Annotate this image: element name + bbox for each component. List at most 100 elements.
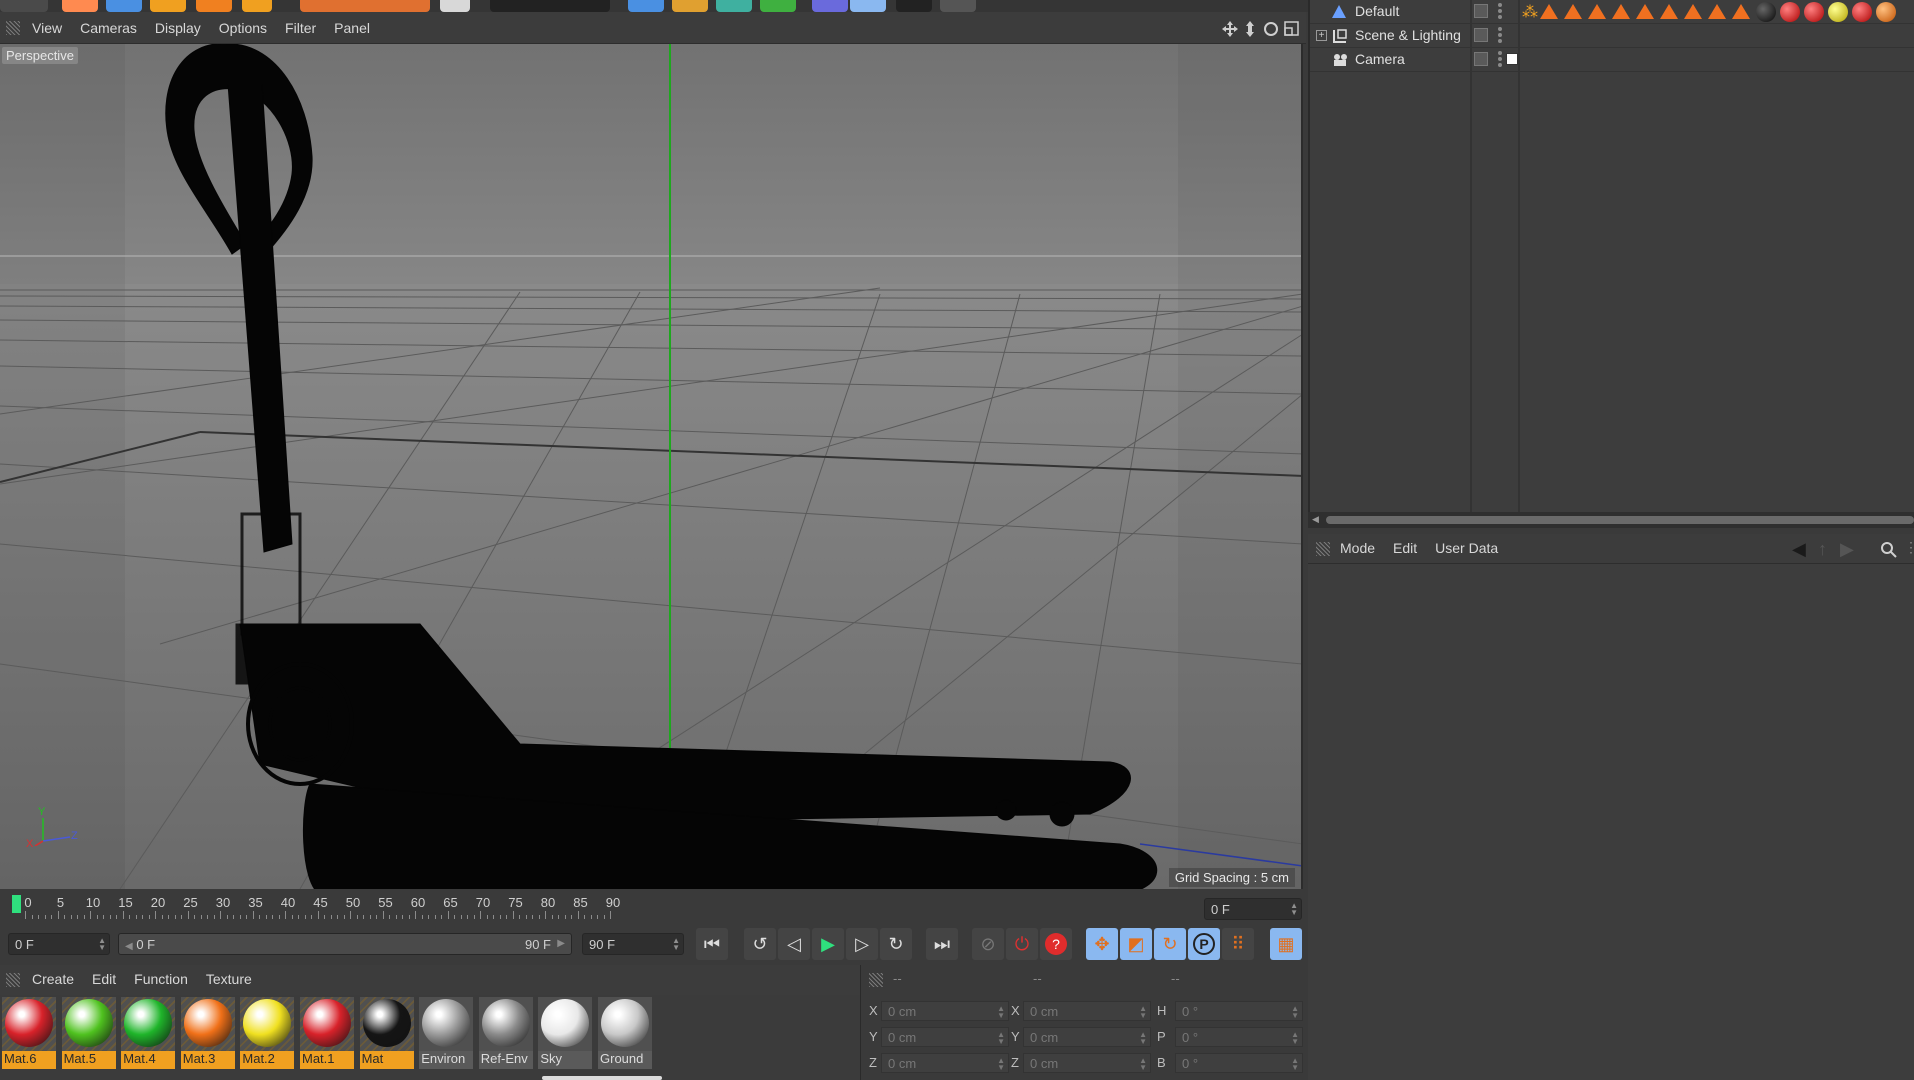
tag-triangle-icon[interactable] [1660, 4, 1678, 19]
record-scale-icon[interactable]: ◩ [1120, 928, 1152, 960]
previous-frame-icon[interactable]: ◁ [778, 928, 810, 960]
spinner-icon[interactable]: ▲ ▼ [98, 937, 106, 952]
spinner-icon[interactable]: ▲ ▼ [1290, 902, 1298, 917]
live-selection-icon[interactable] [106, 0, 142, 12]
world-coordinates-icon[interactable] [440, 0, 470, 12]
next-key-icon[interactable]: ↻ [880, 928, 912, 960]
record-keys-icon[interactable]: ⊘ [972, 928, 1004, 960]
visibility-toggle-icon[interactable] [1474, 4, 1488, 18]
object-row-camera[interactable]: Camera [1310, 48, 1914, 72]
material-tag-icon[interactable] [1780, 2, 1800, 22]
viewport-camera-label[interactable]: Perspective [2, 47, 78, 64]
cube-icon[interactable] [628, 0, 664, 12]
spinner-icon[interactable]: ▲ ▼ [1291, 1005, 1299, 1020]
render-dots-icon[interactable] [1498, 27, 1502, 43]
material-swatch[interactable]: Mat.2 [240, 997, 295, 1069]
panel-grip-icon[interactable] [6, 21, 20, 35]
up-arrow-icon[interactable]: ↑ [1818, 539, 1827, 560]
object-row-scene-lighting[interactable]: + Scene & Lighting [1310, 24, 1914, 48]
scrollbar-thumb[interactable] [1326, 516, 1914, 524]
timeline-window-icon[interactable]: ▦ [1270, 928, 1302, 960]
material-swatch[interactable]: Mat.6 [2, 997, 56, 1069]
tag-triangle-icon[interactable] [1636, 4, 1654, 19]
frame-range-slider[interactable]: ◀ 0 F 90 F ▶ [118, 933, 572, 955]
toolbar-button[interactable] [0, 0, 48, 12]
coord-value-field[interactable]: 0 cm ▲ ▼ [1023, 1053, 1151, 1073]
material-swatch[interactable]: Mat [359, 997, 414, 1069]
coord-value-field[interactable]: 0 ° ▲ ▼ [1175, 1001, 1303, 1021]
tag-triangle-icon[interactable] [1540, 4, 1558, 19]
menu-edit[interactable]: Edit [92, 971, 116, 987]
move-icon[interactable] [150, 0, 186, 12]
go-to-end-icon[interactable]: ⏭ [926, 928, 958, 960]
coord-value-field[interactable]: 0 ° ▲ ▼ [1175, 1053, 1303, 1073]
object-row-default[interactable]: Default ⁂ [1310, 0, 1914, 24]
scroll-left-icon[interactable]: ◀ [1312, 514, 1319, 525]
light-toolbar-icon[interactable] [940, 0, 976, 12]
spline-icon[interactable] [672, 0, 708, 12]
material-swatch[interactable]: Mat.3 [180, 997, 235, 1069]
floor-icon[interactable] [850, 0, 886, 12]
spinner-icon[interactable]: ▲ ▼ [997, 1005, 1005, 1020]
tag-triangle-icon[interactable] [1564, 4, 1582, 19]
coord-value-field[interactable]: 0 cm ▲ ▼ [881, 1027, 1009, 1047]
camera-toolbar-icon[interactable] [896, 0, 932, 12]
autokey-icon[interactable]: ⏻ [1006, 928, 1038, 960]
coord-value-field[interactable]: 0 cm ▲ ▼ [1023, 1001, 1151, 1021]
visibility-toggle-icon[interactable] [1474, 52, 1488, 66]
material-swatch[interactable]: Mat.4 [121, 997, 176, 1069]
menu-create[interactable]: Create [32, 971, 74, 987]
coord-value-field[interactable]: 0 ° ▲ ▼ [1175, 1027, 1303, 1047]
materials-scrollbar[interactable] [542, 1076, 662, 1080]
render-dots-icon[interactable] [1498, 3, 1502, 19]
protection-tag-icon[interactable] [1506, 53, 1518, 65]
record-point-level-icon[interactable]: ⠿ [1222, 928, 1254, 960]
menu-cameras[interactable]: Cameras [80, 20, 137, 36]
tag-triangle-icon[interactable] [1612, 4, 1630, 19]
scale-icon[interactable] [242, 0, 272, 12]
material-tag-icon[interactable] [1804, 2, 1824, 22]
undo-icon[interactable] [62, 0, 98, 12]
material-tag-icon[interactable] [1852, 2, 1872, 22]
render-buttons[interactable] [490, 0, 610, 12]
material-tag-icon[interactable] [1756, 2, 1776, 22]
menu-display[interactable]: Display [155, 20, 201, 36]
start-frame-field[interactable]: 0 F ▲ ▼ [8, 933, 110, 955]
object-name[interactable]: Camera [1355, 51, 1405, 67]
scene-icon[interactable] [812, 0, 848, 12]
menu-user-data[interactable]: User Data [1435, 540, 1498, 556]
menu-view[interactable]: View [32, 20, 62, 36]
pan-icon[interactable] [1222, 21, 1238, 37]
spinner-icon[interactable]: ▲ ▼ [1291, 1057, 1299, 1072]
target-tag-icon[interactable]: ⁂ [1522, 2, 1538, 21]
menu-function[interactable]: Function [134, 971, 188, 987]
previous-key-icon[interactable]: ↺ [744, 928, 776, 960]
tag-triangle-icon[interactable] [1732, 4, 1750, 19]
menu-edit[interactable]: Edit [1393, 540, 1417, 556]
material-tag-icon[interactable] [1828, 2, 1848, 22]
coord-value-field[interactable]: 0 cm ▲ ▼ [881, 1001, 1009, 1021]
orbit-icon[interactable] [1264, 22, 1278, 36]
panel-grip-icon[interactable] [1316, 542, 1330, 556]
forward-arrow-icon[interactable]: ▶ [1840, 539, 1854, 560]
zoom-icon[interactable] [1246, 21, 1254, 37]
record-parameter-icon[interactable]: P [1188, 928, 1220, 960]
menu-mode[interactable]: Mode [1340, 540, 1375, 556]
spinner-icon[interactable]: ▲ ▼ [672, 937, 680, 952]
material-swatch[interactable]: Mat.1 [300, 997, 354, 1069]
tag-triangle-icon[interactable] [1684, 4, 1702, 19]
material-swatch[interactable]: Mat.5 [61, 997, 116, 1069]
menu-panel[interactable]: Panel [334, 20, 370, 36]
record-rotation-icon[interactable]: ↻ [1154, 928, 1186, 960]
spinner-icon[interactable]: ▲ ▼ [1139, 1031, 1147, 1046]
panel-grip-icon[interactable] [6, 973, 20, 987]
render-dots-icon[interactable] [1498, 51, 1502, 67]
range-right-arrow-icon[interactable]: ▶ [557, 938, 565, 949]
spinner-icon[interactable]: ▲ ▼ [1139, 1005, 1147, 1020]
record-position-icon[interactable]: ✥ [1086, 928, 1118, 960]
column-divider[interactable] [1470, 0, 1472, 512]
material-tag-icon[interactable] [1876, 2, 1896, 22]
column-divider[interactable] [1518, 0, 1520, 512]
material-swatch[interactable]: Environ [419, 997, 474, 1069]
coord-value-field[interactable]: 0 cm ▲ ▼ [881, 1053, 1009, 1073]
